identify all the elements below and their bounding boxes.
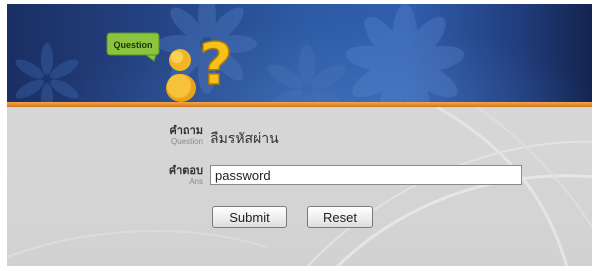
question-label: คำถาม Question [169, 125, 203, 147]
answer-label-thai: คำตอบ [168, 164, 203, 177]
question-panel: ? Question คำถาม Question ลืมรหัสผ่าน คำ… [7, 4, 592, 266]
answer-label: คำตอบ Ans [169, 165, 203, 187]
submit-button[interactable]: Submit [212, 206, 287, 228]
reset-button[interactable]: Reset [307, 206, 373, 228]
question-text: ลืมรหัสผ่าน [210, 131, 279, 147]
form-area: คำถาม Question ลืมรหัสผ่าน คำตอบ Ans Sub… [7, 107, 592, 266]
question-label-thai: คำถาม [169, 124, 203, 137]
question-label-english: Question [170, 137, 203, 146]
banner-graphic: ? [15, 4, 465, 102]
question-badge: Question [106, 32, 160, 62]
answer-input[interactable] [210, 165, 522, 185]
question-badge-label: Question [113, 40, 152, 50]
header-banner: ? Question [7, 4, 592, 102]
question-mark-icon: ? [199, 30, 233, 98]
answer-label-english: Ans [189, 177, 203, 186]
background-swirl [7, 107, 592, 266]
